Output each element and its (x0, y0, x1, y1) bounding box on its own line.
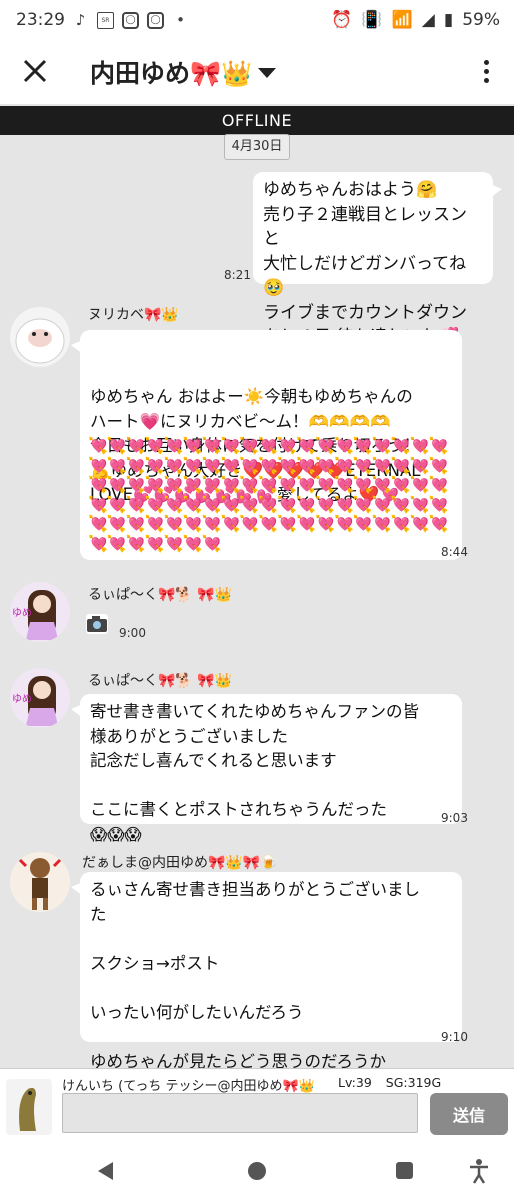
vibrate-icon: 📳 (361, 10, 383, 30)
avatar[interactable]: ゆめ (10, 582, 70, 642)
room-title[interactable]: 内田ゆめ🎀👑 (90, 54, 252, 90)
message-bubble: 寄せ書き書いてくれたゆめちゃんファンの皆 様ありがとうございました 記念だし喜ん… (71, 694, 462, 844)
message-time: 9:10 (441, 1030, 468, 1044)
date-chip: 4月30日 (224, 134, 290, 160)
battery-icon: ▮ (443, 10, 454, 30)
sender-name: だぁしま@内田ゆめ🎀👑🎀🍺 (82, 855, 278, 871)
avatar[interactable] (10, 307, 70, 367)
composer: けんいち (てっち テッシー@内田ゆめ🎀👑 Lv:39 SG:319G 送信 (0, 1068, 514, 1145)
battery-percent: 59% (462, 10, 500, 30)
system-nav-bar (0, 1144, 514, 1200)
signal-icon: ◢ (421, 10, 435, 30)
message-time: 8:21 (224, 268, 251, 282)
status-time: 23:29 (16, 10, 65, 30)
app-bar: 内田ゆめ🎀👑 (0, 40, 514, 104)
showroom-icon: SR (97, 11, 114, 29)
close-icon[interactable] (22, 58, 48, 84)
message-time: 9:00 (119, 626, 146, 640)
chevron-down-icon[interactable] (258, 68, 276, 78)
back-icon[interactable] (98, 1162, 113, 1180)
message-input[interactable] (62, 1093, 418, 1133)
avatar[interactable] (10, 852, 70, 912)
message-time: 8:44 (441, 545, 468, 559)
svg-text:ゆめ: ゆめ (12, 693, 32, 705)
camera-icon[interactable] (86, 614, 108, 634)
status-bar: 23:29 ♪ SR ◯ ◯ • ⏰ 📳 📶 ◢ ▮ 59% (0, 0, 514, 40)
accessibility-icon[interactable] (468, 1158, 490, 1184)
message-bubble: るぃさん寄せ書き担当ありがとうございまし た スクショ→ポスト いったい何がした… (71, 872, 462, 1071)
dot-icon: • (176, 10, 185, 29)
svg-text:ゆめ: ゆめ (12, 607, 32, 619)
sender-name: ヌリカベ🎀👑 (88, 307, 179, 323)
send-button[interactable]: 送信 (430, 1093, 508, 1135)
recents-icon[interactable] (396, 1162, 413, 1179)
alarm-icon: ⏰ (331, 10, 353, 30)
user-stats: Lv:39 SG:319G (338, 1075, 441, 1090)
sender-name: るぃぱ〜く🎀🐕 🎀👑 (88, 587, 233, 603)
composer-sender-name: けんいち (てっち テッシー@内田ゆめ🎀👑 (62, 1079, 315, 1094)
home-icon[interactable] (248, 1162, 266, 1180)
heart-emoji-block: 💘💘💘💘💘💘💘💘💘💘💘💘💘💘💘💘💘💘💘💘💘💘💘💘💘💘💘💘💘💘💘💘💘💘💘💘💘💘💘💘… (88, 436, 449, 553)
more-options-icon[interactable] (482, 60, 490, 86)
wifi-icon: 📶 (391, 10, 413, 30)
user-level: Lv:39 (338, 1075, 372, 1090)
message-bubble-me: ゆめちゃんおはよう🤗 売り子２連戦目とレッスンと 大忙しだけどガンバってね🥹 ラ… (253, 172, 502, 347)
user-sg: SG:319G (385, 1075, 442, 1090)
avatar (6, 1079, 52, 1135)
instagram-icon: ◯ (122, 11, 139, 29)
message-time: 9:03 (441, 811, 468, 825)
avatar[interactable]: ゆめ (10, 668, 70, 728)
tiktok-icon: ♪ (75, 10, 86, 29)
sender-name: るぃぱ〜く🎀🐕 🎀👑 (88, 673, 233, 689)
offline-banner: OFFLINE (0, 106, 514, 135)
instagram-icon: ◯ (147, 11, 164, 29)
